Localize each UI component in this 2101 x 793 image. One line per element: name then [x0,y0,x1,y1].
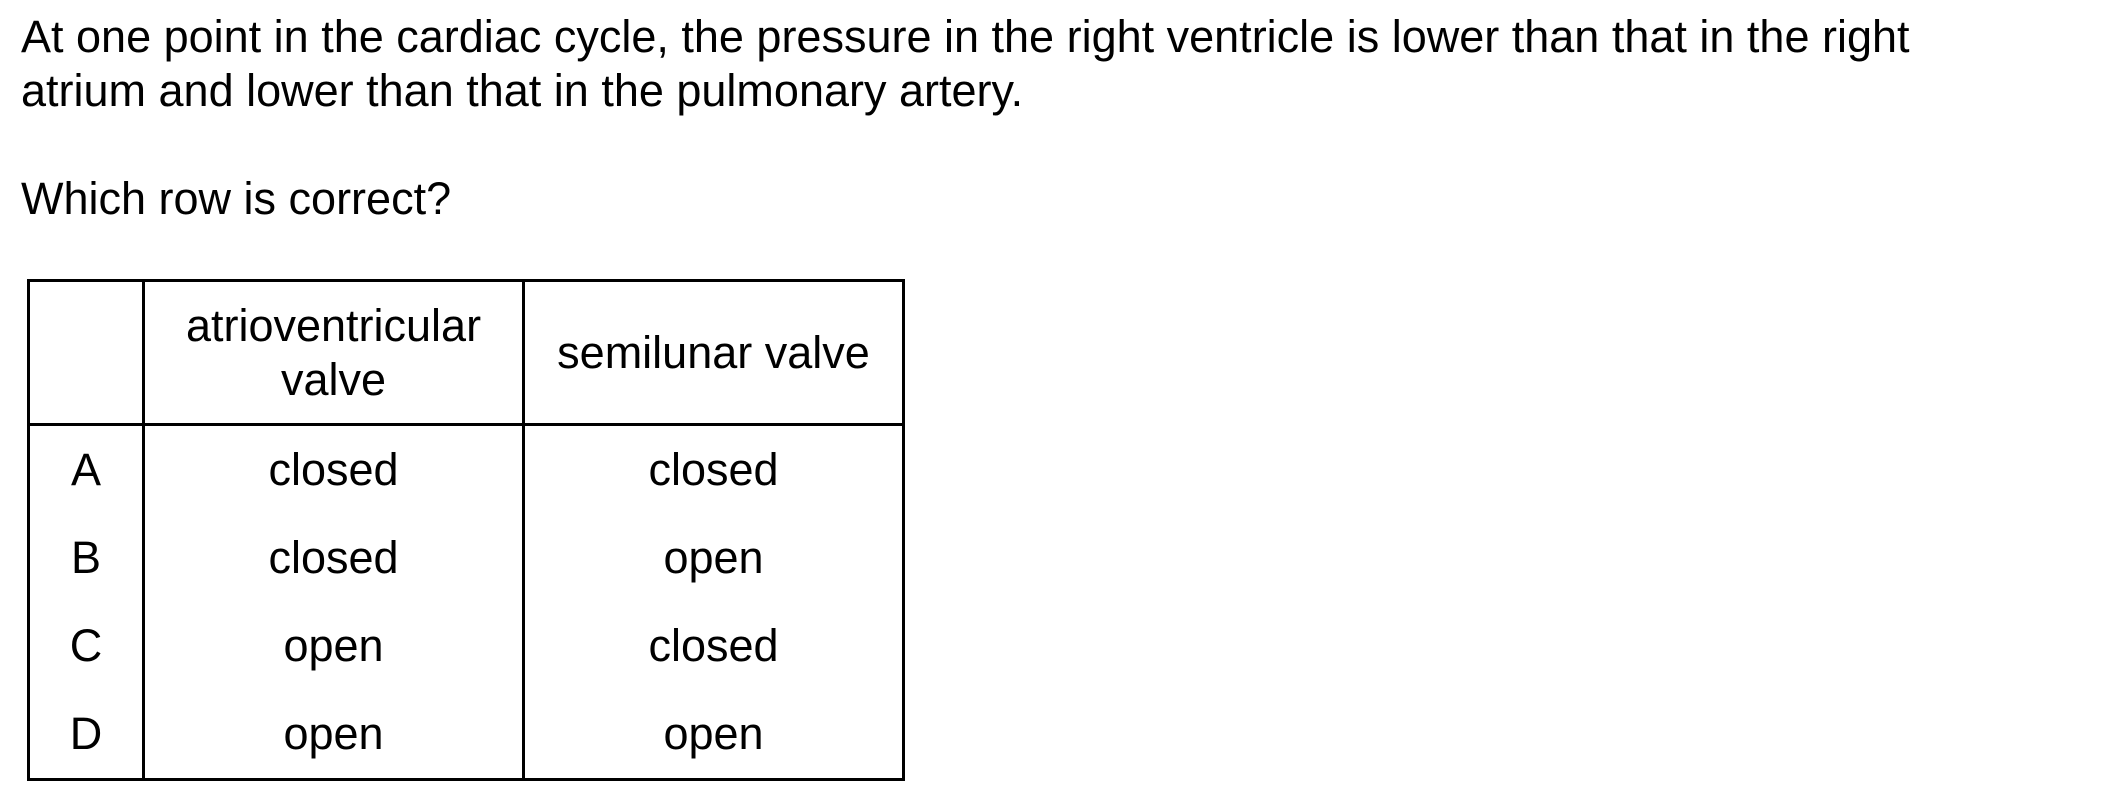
row-key-b: B [27,514,145,602]
row-b-atrioventricular: closed [142,514,525,602]
question-stem: At one point in the cardiac cycle, the p… [21,10,2081,118]
row-c-atrioventricular: open [142,602,525,690]
table-header-row: atrioventricular valve semilunar valve [27,279,905,426]
table-row: C open closed [27,602,905,690]
table-row: D open open [27,690,905,781]
header-atrioventricular-line-2: valve [280,353,387,405]
question-stem-line-2: atrium and lower than that in the pulmon… [21,65,1024,116]
table-row: A closed closed [27,424,905,514]
row-a-semilunar: closed [522,424,905,514]
header-semilunar-valve: semilunar valve [522,279,905,426]
row-d-atrioventricular: open [142,690,525,781]
question-stem-line-1: At one point in the cardiac cycle, the p… [21,11,1910,62]
header-atrioventricular-valve: atrioventricular valve [142,279,525,426]
header-key-cell [27,279,145,426]
row-b-semilunar: open [522,514,905,602]
row-c-semilunar: closed [522,602,905,690]
row-d-semilunar: open [522,690,905,781]
row-key-a: A [27,424,145,514]
question-prompt: Which row is correct? [21,173,452,224]
header-atrioventricular-line-1: atrioventricular [185,299,482,351]
table-row: B closed open [27,514,905,602]
answer-table: atrioventricular valve semilunar valve A… [27,279,905,781]
row-key-c: C [27,602,145,690]
row-key-d: D [27,690,145,781]
row-a-atrioventricular: closed [142,424,525,514]
